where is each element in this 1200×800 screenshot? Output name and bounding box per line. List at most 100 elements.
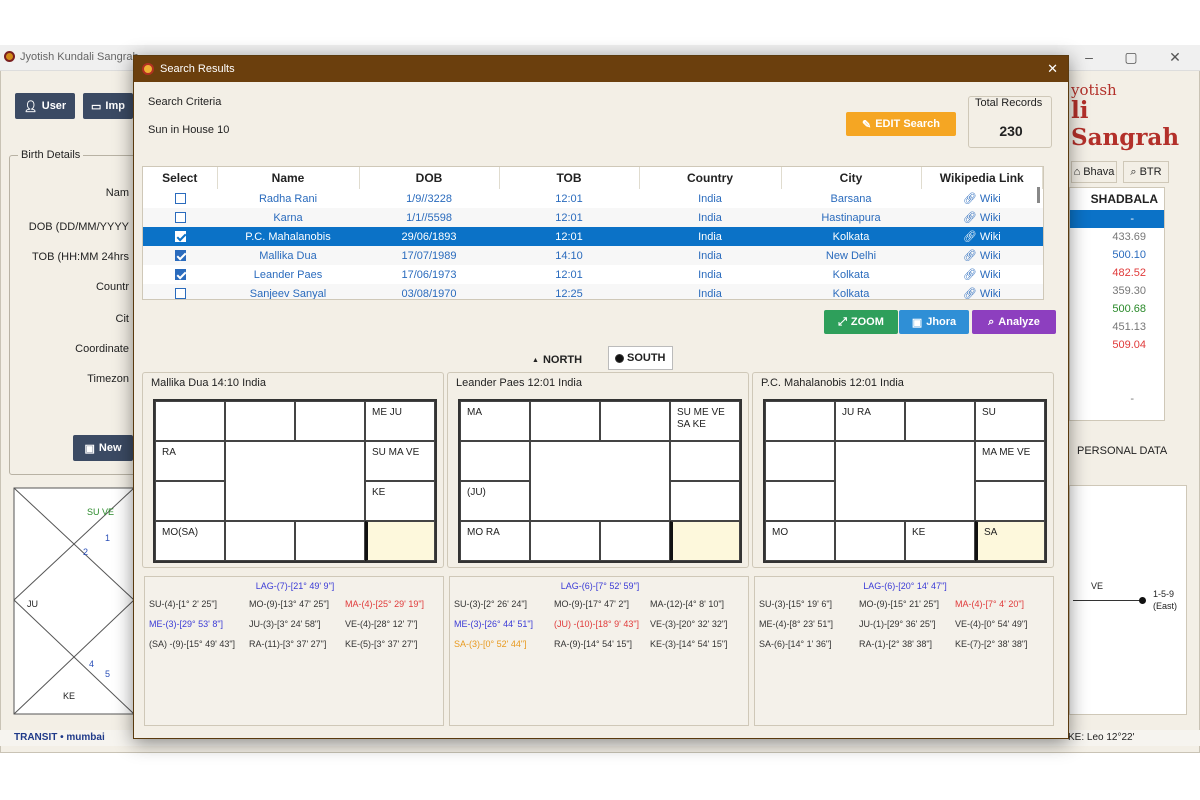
row-wiki[interactable]: 🔗︎ Wiki (921, 227, 1043, 246)
shadbala-row-7[interactable]: 509.04 (1070, 336, 1164, 354)
chart-cell[interactable] (295, 401, 365, 441)
table-row[interactable]: Karna 1/1//5598 12:01 India Hastinapura 🔗︎ Wi… (143, 208, 1043, 227)
chart-cell[interactable] (975, 481, 1045, 521)
chart-cell[interactable] (530, 401, 600, 441)
table-row[interactable]: Leander Paes 17/06/1973 12:01 India Kolkata 🔗… (143, 265, 1043, 284)
maximize-button[interactable]: ▢ (1116, 49, 1146, 66)
chart-cell[interactable] (670, 521, 740, 561)
new-button[interactable]: ▣ New (73, 435, 133, 461)
import-button-label: Imp (105, 100, 125, 112)
shadbala-row-6[interactable]: 451.13 (1070, 318, 1164, 336)
col-tob[interactable]: TOB (499, 167, 640, 189)
select-checkbox[interactable] (143, 189, 217, 208)
zoom-button[interactable]: ⤢ ZOOM (824, 310, 898, 334)
chart-cell[interactable] (765, 441, 835, 481)
chart-cell[interactable] (670, 441, 740, 481)
chart-cell[interactable] (905, 401, 975, 441)
analyze-button[interactable]: ⌕ Analyze (972, 310, 1056, 334)
chart-cell[interactable] (600, 521, 670, 561)
tab-btr[interactable]: ⌕ BTR (1123, 161, 1169, 183)
wiki-link[interactable]: Wiki (980, 212, 1001, 224)
wiki-link[interactable]: Wiki (980, 269, 1001, 281)
shadbala-row-8[interactable]: - (1070, 390, 1164, 408)
edit-search-button[interactable]: ✎ EDIT Search (846, 112, 956, 136)
chart-cell[interactable] (365, 521, 435, 561)
table-scrollbar[interactable] (1037, 187, 1040, 203)
select-checkbox[interactable] (143, 284, 217, 299)
select-checkbox[interactable] (143, 208, 217, 227)
chart-cell[interactable]: ME JU (365, 401, 435, 441)
chart-cell[interactable] (155, 401, 225, 441)
select-checkbox[interactable] (143, 265, 217, 284)
chart-cell[interactable] (295, 521, 365, 561)
chart-cell[interactable]: SU (975, 401, 1045, 441)
chart-cell[interactable]: SA (975, 521, 1045, 561)
shadbala-row-1[interactable]: 433.69 (1070, 228, 1164, 246)
chart-cell[interactable]: MA (460, 401, 530, 441)
col-city[interactable]: City (781, 167, 922, 189)
shadbala-row-5[interactable]: 500.68 (1070, 300, 1164, 318)
row-wiki[interactable]: 🔗︎ Wiki (921, 246, 1043, 265)
col-dob[interactable]: DOB (359, 167, 500, 189)
tab-bhava[interactable]: ⌂ Bhava (1071, 161, 1117, 183)
user-button[interactable]: 👤︎ User (15, 93, 75, 119)
row-wiki[interactable]: 🔗︎ Wiki (921, 208, 1043, 227)
chart-cell[interactable] (530, 521, 600, 561)
shadbala-row-0[interactable]: - (1070, 210, 1164, 228)
dialog-close-button[interactable]: ✕ (1047, 61, 1058, 77)
jhora-button[interactable]: ▣ Jhora (899, 310, 969, 334)
north-option[interactable]: ▲ NORTH (532, 350, 582, 370)
row-wiki[interactable]: 🔗︎ Wiki (921, 189, 1043, 208)
close-button[interactable]: ✕ (1160, 49, 1190, 66)
select-checkbox[interactable] (143, 246, 217, 265)
chart-cell[interactable]: KE (365, 481, 435, 521)
chart-cell[interactable] (460, 441, 530, 481)
chart-cell[interactable]: SU MA VE (365, 441, 435, 481)
chart-cell[interactable] (670, 481, 740, 521)
chart-cell[interactable]: RA (155, 441, 225, 481)
shadbala-row-4[interactable]: 359.30 (1070, 282, 1164, 300)
chart-cell[interactable]: JU RA (835, 401, 905, 441)
checkbox[interactable] (174, 231, 186, 243)
chart-cell[interactable]: SU ME VE SA KE (670, 401, 740, 441)
select-checkbox[interactable] (143, 227, 217, 246)
col-country[interactable]: Country (639, 167, 782, 189)
south-option[interactable]: SOUTH (608, 346, 673, 370)
table-row[interactable]: Sanjeev Sanyal 03/08/1970 12:25 India Kolkat… (143, 284, 1043, 299)
wiki-link[interactable]: Wiki (980, 250, 1001, 262)
chart-cell[interactable] (225, 521, 295, 561)
chart-cell[interactable] (765, 401, 835, 441)
col-name[interactable]: Name (217, 167, 360, 189)
wiki-link[interactable]: Wiki (980, 193, 1001, 205)
chart-cell[interactable] (765, 481, 835, 521)
col-wikipedia[interactable]: Wikipedia Link (921, 167, 1043, 189)
import-button[interactable]: ▭ Imp (83, 93, 133, 119)
table-row[interactable]: Radha Rani 1/9//3228 12:01 India Barsana 🔗︎ W… (143, 189, 1043, 208)
checkbox[interactable] (174, 288, 186, 299)
shadbala-row-2[interactable]: 500.10 (1070, 246, 1164, 264)
chart-cell[interactable] (835, 521, 905, 561)
table-row[interactable]: Mallika Dua 17/07/1989 14:10 India New Delhi… (143, 246, 1043, 265)
chart-cell[interactable]: MO RA (460, 521, 530, 561)
wiki-link[interactable]: Wiki (980, 288, 1001, 299)
chart-cell[interactable]: MO (765, 521, 835, 561)
chart-cell[interactable]: (JU) (460, 481, 530, 521)
chart-cell[interactable] (225, 401, 295, 441)
minimize-button[interactable]: – (1074, 49, 1104, 65)
checkbox[interactable] (174, 250, 186, 262)
row-wiki[interactable]: 🔗︎ Wiki (921, 265, 1043, 284)
table-row[interactable]: P.C. Mahalanobis 29/06/1893 12:01 India Kolk… (143, 227, 1043, 246)
chart-cell[interactable] (600, 401, 670, 441)
checkbox[interactable] (174, 212, 186, 224)
personal-data-tab[interactable]: PERSONAL DATA (1077, 445, 1167, 457)
chart-cell[interactable]: MO(SA) (155, 521, 225, 561)
checkbox[interactable] (174, 269, 186, 281)
chart-cell[interactable]: MA ME VE (975, 441, 1045, 481)
row-wiki[interactable]: 🔗︎ Wiki (921, 284, 1043, 299)
chart-cell[interactable]: KE (905, 521, 975, 561)
chart-cell[interactable] (155, 481, 225, 521)
wiki-link[interactable]: Wiki (980, 231, 1001, 243)
col-select[interactable]: Select (143, 167, 218, 189)
checkbox[interactable] (174, 193, 186, 205)
shadbala-row-3[interactable]: 482.52 (1070, 264, 1164, 282)
